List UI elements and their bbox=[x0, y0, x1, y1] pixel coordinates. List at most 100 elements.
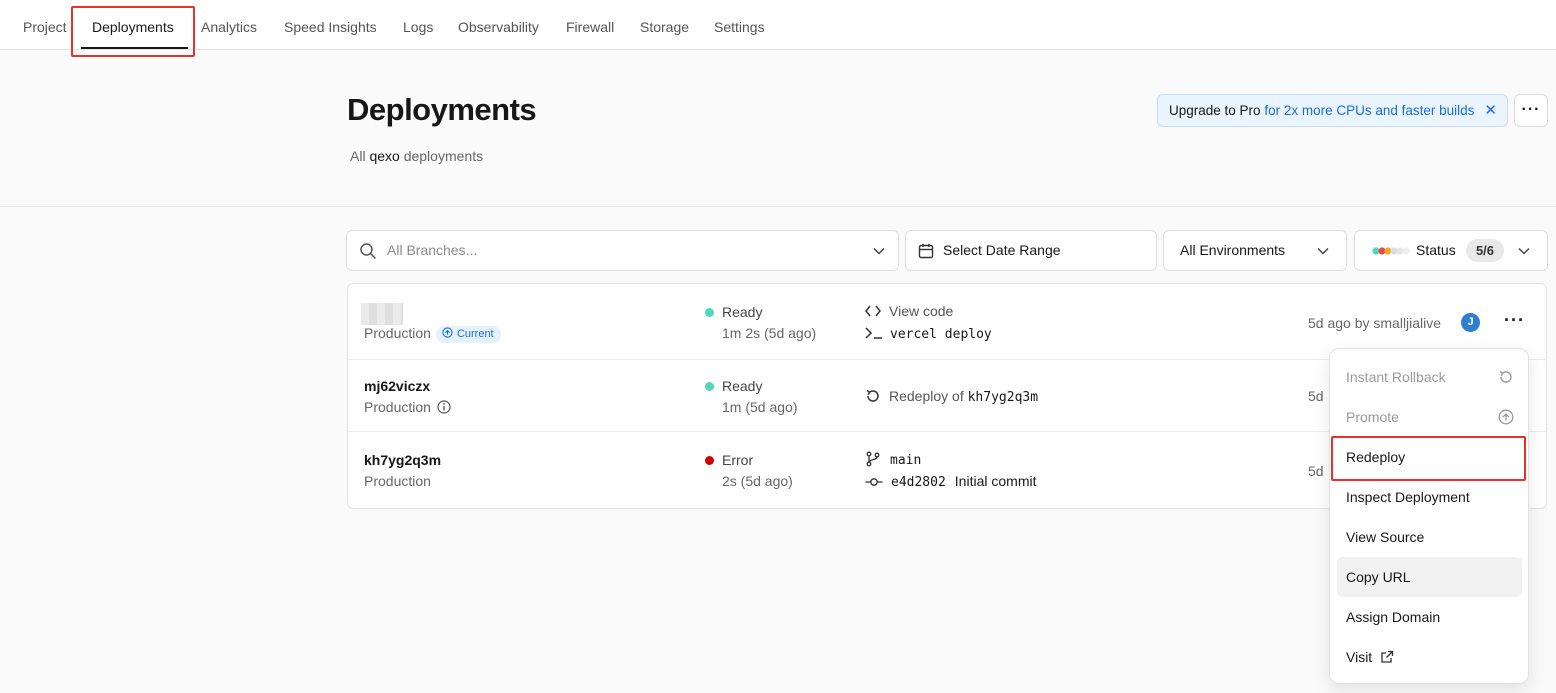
menu-item-label: Copy URL bbox=[1346, 569, 1411, 585]
deploy-command-text: vercel deploy bbox=[890, 327, 992, 342]
tab-firewall[interactable]: Firewall bbox=[566, 0, 614, 50]
status-label: Error bbox=[722, 452, 754, 468]
menu-item-redeploy[interactable]: Redeploy bbox=[1337, 437, 1522, 477]
tab-storage[interactable]: Storage bbox=[640, 0, 689, 50]
tab-settings[interactable]: Settings bbox=[714, 0, 765, 50]
menu-item-label: Visit bbox=[1346, 649, 1373, 665]
project-name: qexo bbox=[369, 148, 400, 164]
menu-item-label: Instant Rollback bbox=[1346, 369, 1446, 385]
deployment-status: Ready bbox=[705, 378, 762, 394]
subtitle-suffix: deployments bbox=[399, 148, 484, 164]
redeploy-icon bbox=[866, 389, 879, 402]
menu-item-view-source[interactable]: View Source bbox=[1337, 517, 1522, 557]
external-link-icon bbox=[1381, 650, 1394, 663]
menu-item-copy-url[interactable]: Copy URL bbox=[1337, 557, 1522, 597]
deployment-id[interactable]: kh7yg2q3m bbox=[364, 452, 441, 468]
date-range-label: Select Date Range bbox=[943, 242, 1061, 258]
deployment-meta: 5d bbox=[1308, 463, 1324, 479]
menu-item-label: Promote bbox=[1346, 409, 1399, 425]
arrow-up-circle-icon bbox=[1498, 409, 1514, 425]
terminal-icon bbox=[865, 327, 882, 339]
deployment-environment: Production bbox=[364, 399, 451, 415]
deployment-meta: 5d bbox=[1308, 388, 1324, 404]
blurred-deployment-id bbox=[361, 303, 403, 325]
deployment-meta: 5d ago by smalljialive bbox=[1308, 315, 1442, 331]
menu-item-visit[interactable]: Visit bbox=[1337, 637, 1522, 677]
deployment-duration: 1m 2s (5d ago) bbox=[722, 325, 817, 341]
chevron-down-icon bbox=[1518, 247, 1530, 255]
rollback-icon bbox=[1499, 370, 1512, 383]
deployment-duration: 1m (5d ago) bbox=[722, 399, 798, 415]
more-options-button[interactable]: ··· bbox=[1514, 94, 1548, 127]
upgrade-label[interactable]: Upgrade to Pro bbox=[1169, 103, 1261, 118]
tab-logs[interactable]: Logs bbox=[403, 0, 433, 50]
deployment-status: Ready bbox=[705, 304, 762, 320]
menu-item-label: Assign Domain bbox=[1346, 609, 1441, 625]
current-badge-label: Current bbox=[456, 328, 494, 340]
menu-item-instant-rollback[interactable]: Instant Rollback bbox=[1337, 357, 1522, 397]
upgrade-banner[interactable]: Upgrade to Pro for 2x more CPUs and fast… bbox=[1157, 94, 1508, 127]
current-badge: Current bbox=[435, 326, 501, 343]
view-code-label: View code bbox=[889, 303, 954, 319]
chevron-down-icon bbox=[1317, 247, 1329, 255]
deploy-command: vercel deploy bbox=[865, 325, 992, 342]
environment-label: Production bbox=[364, 399, 431, 415]
tab-deployments[interactable]: Deployments bbox=[92, 0, 174, 50]
deployment-duration: 2s (5d ago) bbox=[722, 473, 793, 489]
info-icon[interactable] bbox=[437, 400, 451, 414]
commit-message: Initial commit bbox=[954, 473, 1037, 489]
page-subtitle: All qexo deployments bbox=[350, 148, 483, 164]
status-ready-dot bbox=[705, 308, 714, 317]
branch-filter[interactable]: All Branches... bbox=[346, 230, 899, 271]
status-filter[interactable]: Status 5/6 bbox=[1354, 230, 1548, 271]
commit-hash: e4d2802 bbox=[891, 475, 946, 490]
avatar[interactable]: J bbox=[1461, 313, 1480, 332]
menu-item-inspect-deployment[interactable]: Inspect Deployment bbox=[1337, 477, 1522, 517]
active-tab-indicator bbox=[81, 47, 188, 49]
upgrade-description[interactable]: for 2x more CPUs and faster builds bbox=[1261, 103, 1474, 118]
deployment-actions-menu: Instant Rollback Promote Redeploy Inspec… bbox=[1329, 348, 1529, 684]
commit-link[interactable]: e4d2802 Initial commit bbox=[865, 473, 1036, 490]
menu-item-assign-domain[interactable]: Assign Domain bbox=[1337, 597, 1522, 637]
environment-label: Production bbox=[364, 325, 431, 341]
calendar-icon bbox=[918, 243, 934, 259]
environment-label: All Environments bbox=[1180, 242, 1286, 258]
status-error-dot bbox=[705, 456, 714, 465]
subtitle-prefix: All bbox=[350, 148, 370, 164]
top-nav: Project Deployments Analytics Speed Insi… bbox=[0, 0, 1556, 50]
tab-observability[interactable]: Observability bbox=[458, 0, 539, 50]
view-code-link[interactable]: View code bbox=[865, 303, 953, 319]
git-branch-icon bbox=[866, 451, 880, 467]
branch-link[interactable]: main bbox=[865, 451, 921, 468]
close-icon[interactable]: ✕ bbox=[1484, 95, 1497, 126]
arrow-up-circle-icon bbox=[442, 327, 453, 338]
environment-filter[interactable]: All Environments bbox=[1163, 230, 1347, 271]
menu-item-promote[interactable]: Promote bbox=[1337, 397, 1522, 437]
deployment-id[interactable]: mj62viczx bbox=[364, 378, 430, 394]
deployment-environment: Production Current bbox=[364, 325, 501, 343]
status-ready-dot bbox=[705, 382, 714, 391]
branch-search-input[interactable]: All Branches... bbox=[387, 231, 477, 270]
deployment-environment: Production bbox=[364, 473, 431, 489]
redeploy-ref[interactable]: kh7yg2q3m bbox=[968, 390, 1038, 405]
chevron-down-icon bbox=[873, 247, 885, 255]
menu-item-label: Inspect Deployment bbox=[1346, 489, 1470, 505]
row-menu-button[interactable]: ··· bbox=[1504, 311, 1525, 329]
page-title: Deployments bbox=[347, 92, 537, 127]
menu-item-label: View Source bbox=[1346, 529, 1425, 545]
search-icon bbox=[360, 243, 376, 259]
status-label: Ready bbox=[722, 304, 763, 320]
redeploy-label: Redeploy of bbox=[889, 388, 964, 404]
date-range-filter[interactable]: Select Date Range bbox=[905, 230, 1157, 271]
branch-name: main bbox=[890, 453, 922, 468]
redeploy-source: Redeploy of kh7yg2q3m bbox=[865, 388, 1038, 405]
tab-project[interactable]: Project bbox=[23, 0, 67, 50]
status-label: Status bbox=[1416, 242, 1456, 258]
deployment-status: Error bbox=[705, 452, 753, 468]
tab-analytics[interactable]: Analytics bbox=[201, 0, 257, 50]
status-label: Ready bbox=[722, 378, 763, 394]
status-dots-icon bbox=[1372, 247, 1410, 255]
tab-speed-insights[interactable]: Speed Insights bbox=[284, 0, 377, 50]
status-count-badge: 5/6 bbox=[1466, 239, 1504, 262]
menu-item-label: Redeploy bbox=[1346, 449, 1406, 465]
